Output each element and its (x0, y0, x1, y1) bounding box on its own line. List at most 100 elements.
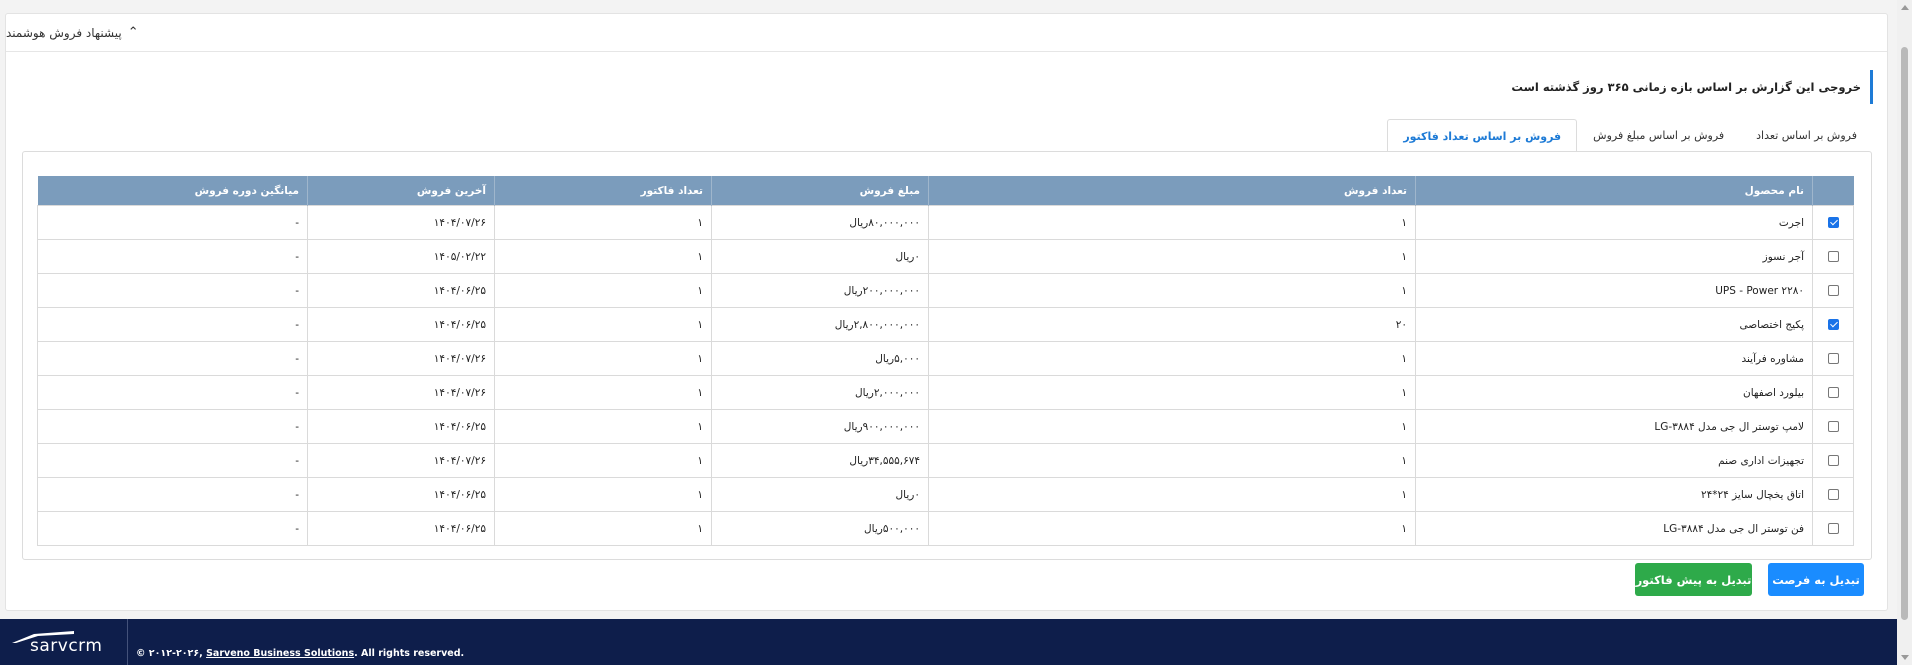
table-row[interactable]: اتاق یخچال سایز ۲۴*۲۴ ۱ ۰ریال ۱ ۱۴۰۴/۰۶/۲۵- (37, 477, 1854, 512)
tab-sales-by-amount[interactable]: فروش بر اساس مبلغ فروش (1577, 118, 1740, 152)
sales-amount-cell: ۲,۸۰۰,۰۰۰,۰۰۰ریال (711, 307, 929, 342)
row-checkbox-cell (1812, 375, 1854, 410)
sarvcrm-logo[interactable]: sarvcrm (12, 628, 124, 658)
sales-count-cell: ۱ (928, 239, 1416, 274)
header-last-sale[interactable]: آخرین فروش (307, 176, 495, 206)
sales-amount-cell: ۸۰,۰۰۰,۰۰۰ریال (711, 205, 929, 240)
header-sales-count[interactable]: تعداد فروش (928, 176, 1416, 206)
table-row[interactable]: بیلورد اصفهان ۱ ۲,۰۰۰,۰۰۰ریال ۱ ۱۴۰۴/۰۷/۲۶- (37, 375, 1854, 410)
table-row[interactable]: لامپ توستر ال جی مدل LG-۳۸۸۴ ۱ ۹۰۰,۰۰۰,۰۰۰… (37, 409, 1854, 444)
row-checkbox-cell (1812, 409, 1854, 444)
row-checkbox[interactable] (1827, 387, 1839, 398)
invoice-count-cell: ۱ (494, 409, 712, 444)
last-sale-cell: ۱۴۰۴/۰۶/۲۵ (307, 477, 495, 512)
sales-count-cell: ۱ (928, 409, 1416, 444)
table-row[interactable]: پکیج اختصاصی ۲۰ ۲,۸۰۰,۰۰۰,۰۰۰ریال ۱ ۱۴۰۴/۰۶/… (37, 307, 1854, 342)
page-scrollbar[interactable] (1897, 0, 1912, 665)
sales-count-cell: ۲۰ (928, 307, 1416, 342)
select-column-header (1812, 176, 1854, 206)
row-checkbox[interactable] (1827, 523, 1839, 534)
product-name-cell: اجرت (1415, 205, 1813, 240)
product-name-cell: تجهیزات اداری صنم (1415, 443, 1813, 478)
invoice-count-cell: ۱ (494, 307, 712, 342)
footer-divider (127, 619, 128, 665)
product-name-cell: لامپ توستر ال جی مدل LG-۳۸۸۴ (1415, 409, 1813, 444)
avg-sale-period-cell: - (37, 205, 308, 240)
header-product-name[interactable]: نام محصول (1415, 176, 1813, 206)
row-checkbox[interactable] (1827, 251, 1839, 262)
scroll-down-arrow-icon[interactable] (1901, 655, 1909, 660)
product-name-cell: اتاق یخچال سایز ۲۴*۲۴ (1415, 477, 1813, 512)
sales-amount-cell: ۳۴,۵۵۵,۶۷۴ریال (711, 443, 929, 478)
invoice-count-cell: ۱ (494, 477, 712, 512)
row-checkbox[interactable] (1827, 217, 1839, 228)
table-row[interactable]: اجرت ۱ ۸۰,۰۰۰,۰۰۰ریال ۱ ۱۴۰۴/۰۷/۲۶- (37, 205, 1854, 240)
last-sale-cell: ۱۴۰۵/۰۲/۲۲ (307, 239, 495, 274)
copyright-suffix: . All rights reserved. (354, 648, 465, 659)
row-checkbox-cell (1812, 341, 1854, 376)
table-row[interactable]: آجر نسوز ۱ ۰ریال ۱ ۱۴۰۵/۰۲/۲۲- (37, 239, 1854, 274)
sales-count-cell: ۱ (928, 341, 1416, 376)
sales-amount-cell: ۵۰۰,۰۰۰ریال (711, 511, 929, 546)
invoice-count-cell: ۱ (494, 341, 712, 376)
table-header-row: نام محصول تعداد فروش مبلغ فروش تعداد فاک… (37, 176, 1854, 206)
invoice-count-cell: ۱ (494, 443, 712, 478)
convert-to-opportunity-button[interactable]: تبدیل به فرصت (1768, 563, 1864, 596)
convert-to-proforma-button[interactable]: تبدیل به پیش فاکتور (1635, 563, 1752, 596)
row-checkbox[interactable] (1827, 319, 1839, 330)
sales-count-cell: ۱ (928, 375, 1416, 410)
logo-text: sarvcrm (30, 636, 103, 656)
row-checkbox[interactable] (1827, 421, 1839, 432)
header-avg-sale-period[interactable]: میانگین دوره فروش (37, 176, 308, 206)
row-checkbox[interactable] (1827, 455, 1839, 466)
table-row[interactable]: مشاوره فرآیند ۱ ۵,۰۰۰ریال ۱ ۱۴۰۴/۰۷/۲۶- (37, 341, 1854, 376)
avg-sale-period-cell: - (37, 375, 308, 410)
sales-amount-cell: ۵,۰۰۰ریال (711, 341, 929, 376)
company-link[interactable]: Sarveno Business Solutions (206, 648, 354, 659)
scrollbar-thumb[interactable] (1901, 47, 1908, 620)
avg-sale-period-cell: - (37, 443, 308, 478)
products-table: نام محصول تعداد فروش مبلغ فروش تعداد فاک… (37, 176, 1854, 546)
sales-count-cell: ۱ (928, 511, 1416, 546)
last-sale-cell: ۱۴۰۴/۰۶/۲۵ (307, 307, 495, 342)
chevron-up-icon[interactable]: ⌃ (128, 25, 139, 40)
row-checkbox-cell (1812, 273, 1854, 308)
table-row[interactable]: UPS - Power ۲۲۸۰ ۱ ۲۰۰,۰۰۰,۰۰۰ریال ۱ ۱۴۰۴/۰۶… (37, 273, 1854, 308)
avg-sale-period-cell: - (37, 307, 308, 342)
product-name-cell: پکیج اختصاصی (1415, 307, 1813, 342)
avg-sale-period-cell: - (37, 341, 308, 376)
avg-sale-period-cell: - (37, 273, 308, 308)
last-sale-cell: ۱۴۰۴/۰۷/۲۶ (307, 443, 495, 478)
sales-amount-cell: ۰ریال (711, 477, 929, 512)
last-sale-cell: ۱۴۰۴/۰۷/۲۶ (307, 375, 495, 410)
row-checkbox-cell (1812, 205, 1854, 240)
header-sales-amount[interactable]: مبلغ فروش (711, 176, 929, 206)
copyright-prefix: © ۲۰۱۲-۲۰۲۶, (136, 648, 207, 659)
sales-count-cell: ۱ (928, 205, 1416, 240)
tab-sales-by-count[interactable]: فروش بر اساس تعداد (1740, 118, 1873, 152)
table-body: اجرت ۱ ۸۰,۰۰۰,۰۰۰ریال ۱ ۱۴۰۴/۰۷/۲۶- آجر نسوز ۱… (37, 205, 1854, 546)
table-row[interactable]: تجهیزات اداری صنم ۱ ۳۴,۵۵۵,۶۷۴ریال ۱ ۱۴۰۴/۰۷… (37, 443, 1854, 478)
invoice-count-cell: ۱ (494, 375, 712, 410)
invoice-count-cell: ۱ (494, 205, 712, 240)
scroll-up-arrow-icon[interactable] (1901, 5, 1909, 10)
last-sale-cell: ۱۴۰۴/۰۶/۲۵ (307, 273, 495, 308)
last-sale-cell: ۱۴۰۴/۰۷/۲۶ (307, 341, 495, 376)
invoice-count-cell: ۱ (494, 239, 712, 274)
row-checkbox[interactable] (1827, 489, 1839, 500)
copyright: © ۲۰۱۲-۲۰۲۶, Sarveno Business Solutions.… (136, 648, 464, 659)
sales-amount-cell: ۹۰۰,۰۰۰,۰۰۰ریال (711, 409, 929, 444)
tab-sales-by-invoice-count[interactable]: فروش بر اساس تعداد فاکتور (1387, 119, 1578, 153)
row-checkbox[interactable] (1827, 353, 1839, 364)
table-row[interactable]: فن توستر ال جی مدل LG-۳۸۸۴ ۱ ۵۰۰,۰۰۰ریال ۱ ۱… (37, 511, 1854, 546)
footer: sarvcrm © ۲۰۱۲-۲۰۲۶, Sarveno Business So… (0, 619, 1897, 665)
product-name-cell: UPS - Power ۲۲۸۰ (1415, 273, 1813, 308)
row-checkbox-cell (1812, 477, 1854, 512)
tab-content: نام محصول تعداد فروش مبلغ فروش تعداد فاک… (22, 151, 1872, 560)
report-info-note: خروجی این گزارش بر اساس بازه زمانی ۳۶۵ ر… (973, 70, 1873, 104)
row-checkbox[interactable] (1827, 285, 1839, 296)
panel-header[interactable]: ⌃ پیشنهاد فروش هوشمند (6, 14, 1887, 52)
header-invoice-count[interactable]: تعداد فاکتور (494, 176, 712, 206)
sales-amount-cell: ۰ریال (711, 239, 929, 274)
sales-count-cell: ۱ (928, 443, 1416, 478)
